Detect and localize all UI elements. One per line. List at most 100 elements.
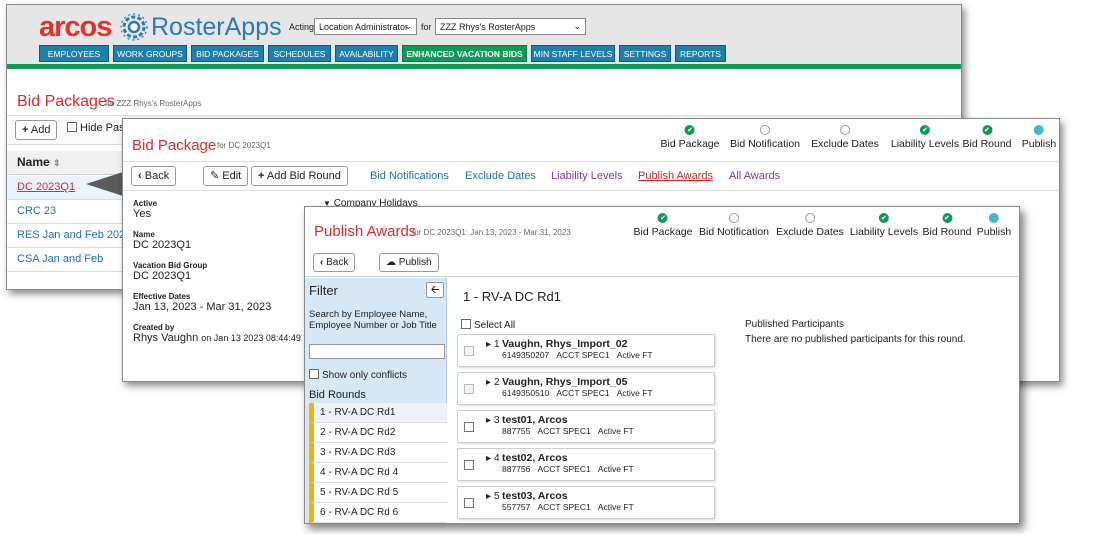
checkbox[interactable] (461, 319, 471, 329)
step-label: Exclude Dates (776, 226, 844, 238)
add-bid-round-button[interactable]: + Add Bid Round (251, 166, 348, 186)
participant-card[interactable]: ▸ 3 test01, Arcos 887755 ACCT SPEC1 Activ… (457, 410, 715, 443)
bid-round-item[interactable]: 1 - RV-A DC Rd1 (309, 403, 447, 423)
participant-checkbox (464, 346, 474, 356)
created-by-label: Created by (133, 323, 175, 332)
step-bid-package[interactable]: ✔ Bid Package (633, 213, 693, 238)
step-label: Bid Package (633, 226, 693, 238)
step-bid-notification[interactable]: Bid Notification (699, 213, 769, 238)
expand-caret[interactable]: ▸ 1 (486, 339, 500, 350)
bid-round-item[interactable]: 2 - RV-A DC Rd2 (309, 423, 447, 443)
hide-past-checkbox[interactable]: Hide Past (67, 122, 128, 134)
participant-name: Vaughn, Rhys_Import_05 (502, 376, 628, 388)
step-publish[interactable]: Publish (977, 213, 1011, 238)
participant-job: ACCT SPEC1 (537, 502, 591, 512)
expand-caret[interactable]: ▸ 3 (486, 415, 500, 426)
participant-card[interactable]: ▸ 4 test02, Arcos 887756 ACCT SPEC1 Activ… (457, 448, 715, 481)
participant-info: 557757 ACCT SPEC1 Active FT (502, 502, 634, 512)
participant-card[interactable]: ▸ 1 Vaughn, Rhys_Import_02 6149350207 ACC… (457, 334, 715, 367)
check-icon: ✔ (919, 125, 930, 135)
tab-publish-awards[interactable]: Publish Awards (638, 170, 713, 182)
table-row[interactable]: DC 2023Q1 (7, 176, 137, 200)
add-button[interactable]: + Add (15, 120, 58, 140)
step-bid-notification[interactable]: Bid Notification (730, 125, 800, 150)
nav-reports[interactable]: REPORTS (675, 45, 726, 62)
participant-status: Active FT (597, 426, 634, 436)
step-label: Exclude Dates (811, 138, 879, 150)
tab-all-awards[interactable]: All Awards (729, 170, 780, 182)
bid-round-item[interactable]: 4 - RV-A DC Rd 4 (309, 463, 447, 483)
participant-checkbox[interactable] (464, 422, 474, 432)
participant-status: Active FT (597, 464, 634, 474)
tab-bid-notifications[interactable]: Bid Notifications (370, 170, 449, 182)
circle-icon (759, 125, 770, 135)
participant-checkbox[interactable] (464, 460, 474, 470)
step-publish[interactable]: Publish (1022, 125, 1056, 150)
nav-enhanced-vacation-bids[interactable]: ENHANCED VACATION BIDS (402, 45, 527, 62)
back-button[interactable]: ‹ Back (313, 253, 356, 272)
bid-round-item[interactable]: 5 - RV-A DC Rd 5 (309, 483, 447, 503)
step-bid-package[interactable]: ✔ Bid Package (661, 125, 719, 150)
participant-id: 6149350207 (502, 350, 550, 360)
step-exclude-dates[interactable]: Exclude Dates (776, 213, 844, 238)
check-icon: ✔ (878, 213, 889, 223)
table-row[interactable]: CRC 23 (7, 200, 137, 224)
nav-availability[interactable]: AVAILABILITY (335, 45, 398, 62)
current-step-icon (1033, 125, 1044, 135)
published-participants-title: Published Participants (745, 319, 844, 330)
table-row[interactable]: RES Jan and Feb 2023 (7, 224, 137, 248)
select-all-checkbox[interactable]: Select All (461, 319, 515, 331)
arrow-left-icon: 🡨 (430, 284, 440, 296)
participant-checkbox[interactable] (464, 498, 474, 508)
publish-button[interactable]: ☁ Publish (379, 253, 439, 272)
participant-id: 887756 (502, 464, 531, 474)
participant-card[interactable]: ▸ 2 Vaughn, Rhys_Import_05 6149350510 ACC… (457, 372, 715, 405)
step-exclude-dates[interactable]: Exclude Dates (811, 125, 879, 150)
checkbox[interactable] (67, 122, 77, 132)
progress-stepper: ✔ Bid Package Bid Notification Exclude Da… (305, 213, 1019, 249)
edit-button[interactable]: ✎ Edit (203, 166, 249, 186)
step-liability-levels[interactable]: ✔ Liability Levels (891, 125, 959, 150)
back-button[interactable]: ‹ Back (131, 166, 177, 186)
expand-caret[interactable]: ▸ 4 (486, 453, 500, 464)
nav-employees[interactable]: EMPLOYEES (39, 45, 109, 62)
chevron-down-icon: ⌄ (404, 21, 412, 31)
step-label: Bid Notification (698, 226, 770, 238)
tab-exclude-dates[interactable]: Exclude Dates (465, 170, 536, 182)
expand-caret[interactable]: ▸ 5 (486, 491, 500, 502)
participant-name: Vaughn, Rhys_Import_02 (502, 338, 628, 350)
expand-caret[interactable]: ▸ 2 (486, 377, 500, 388)
role-select[interactable]: Location Administrator ⌄ (314, 18, 417, 35)
search-input[interactable] (309, 344, 445, 359)
participant-info: 887755 ACCT SPEC1 Active FT (502, 426, 634, 436)
participant-id: 887755 (502, 426, 531, 436)
show-conflicts-checkbox[interactable]: Show only conflicts (309, 369, 407, 381)
filter-title: Filter (309, 283, 338, 298)
organization-select[interactable]: ZZZ Rhys's RosterApps ⌄ (435, 18, 586, 35)
participant-id: 557757 (502, 502, 531, 512)
nav-settings[interactable]: SETTINGS (619, 45, 671, 62)
participant-status: Active FT (616, 388, 653, 398)
bid-round-item[interactable]: 3 - RV-A DC Rd3 (309, 443, 447, 463)
participant-number: 3 (494, 415, 500, 426)
participant-card[interactable]: ▸ 5 test03, Arcos 557757 ACCT SPEC1 Activ… (457, 486, 715, 519)
table-row[interactable]: CSA Jan and Feb (7, 248, 137, 272)
name-column-header[interactable]: Name ⇕ (7, 151, 137, 175)
circle-icon (728, 213, 739, 223)
nav-schedules[interactable]: SCHEDULES (268, 45, 331, 62)
checkbox[interactable] (309, 369, 319, 379)
current-step-icon (988, 213, 999, 223)
show-conflicts-label: Show only conflicts (322, 370, 408, 381)
nav-min-staff-levels[interactable]: MIN STAFF LEVELS (531, 45, 615, 62)
column-header-label: Name (17, 155, 50, 169)
step-bid-round[interactable]: ✔ Bid Round (922, 213, 972, 238)
tab-liability-levels[interactable]: Liability Levels (551, 170, 623, 182)
nav-work-groups[interactable]: WORK GROUPS (113, 45, 187, 62)
plus-icon: + (258, 170, 265, 182)
step-liability-levels[interactable]: ✔ Liability Levels (850, 213, 918, 238)
participant-checkbox (464, 384, 474, 394)
collapse-filter-button[interactable]: 🡨 (426, 282, 444, 298)
step-bid-round[interactable]: ✔ Bid Round (962, 125, 1012, 150)
nav-bid-packages[interactable]: BID PACKAGES (191, 45, 264, 62)
bid-round-item[interactable]: 6 - RV-A DC Rd 6 (309, 503, 447, 523)
